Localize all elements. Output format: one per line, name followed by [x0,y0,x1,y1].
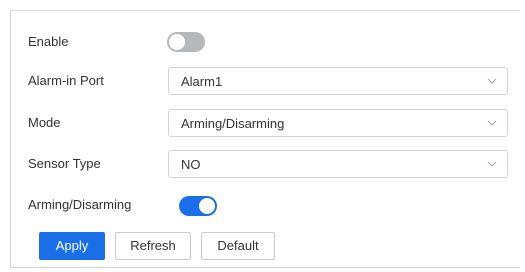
refresh-button[interactable]: Refresh [115,232,191,260]
chevron-down-icon [487,120,497,126]
arming-disarming-label: Arming/Disarming [28,197,132,212]
sensor-type-label: Sensor Type [28,156,101,171]
toggle-knob [169,34,185,50]
alarm-in-port-select[interactable]: Alarm1 [168,67,508,95]
mode-select[interactable]: Arming/Disarming [168,109,508,137]
sensor-type-select[interactable]: NO [168,150,508,178]
toggle-knob [199,198,215,214]
alarm-in-port-label: Alarm-in Port [28,73,104,88]
alarm-in-port-value: Alarm1 [181,74,223,89]
enable-toggle[interactable] [167,32,205,52]
enable-label: Enable [28,34,69,49]
apply-button[interactable]: Apply [39,232,105,260]
mode-label: Mode [28,115,61,130]
sensor-type-value: NO [181,157,201,172]
arming-disarming-toggle[interactable] [179,196,217,216]
chevron-down-icon [487,78,497,84]
default-button[interactable]: Default [201,232,275,260]
mode-value: Arming/Disarming [181,116,285,131]
chevron-down-icon [487,161,497,167]
alarm-settings-panel [10,10,520,268]
